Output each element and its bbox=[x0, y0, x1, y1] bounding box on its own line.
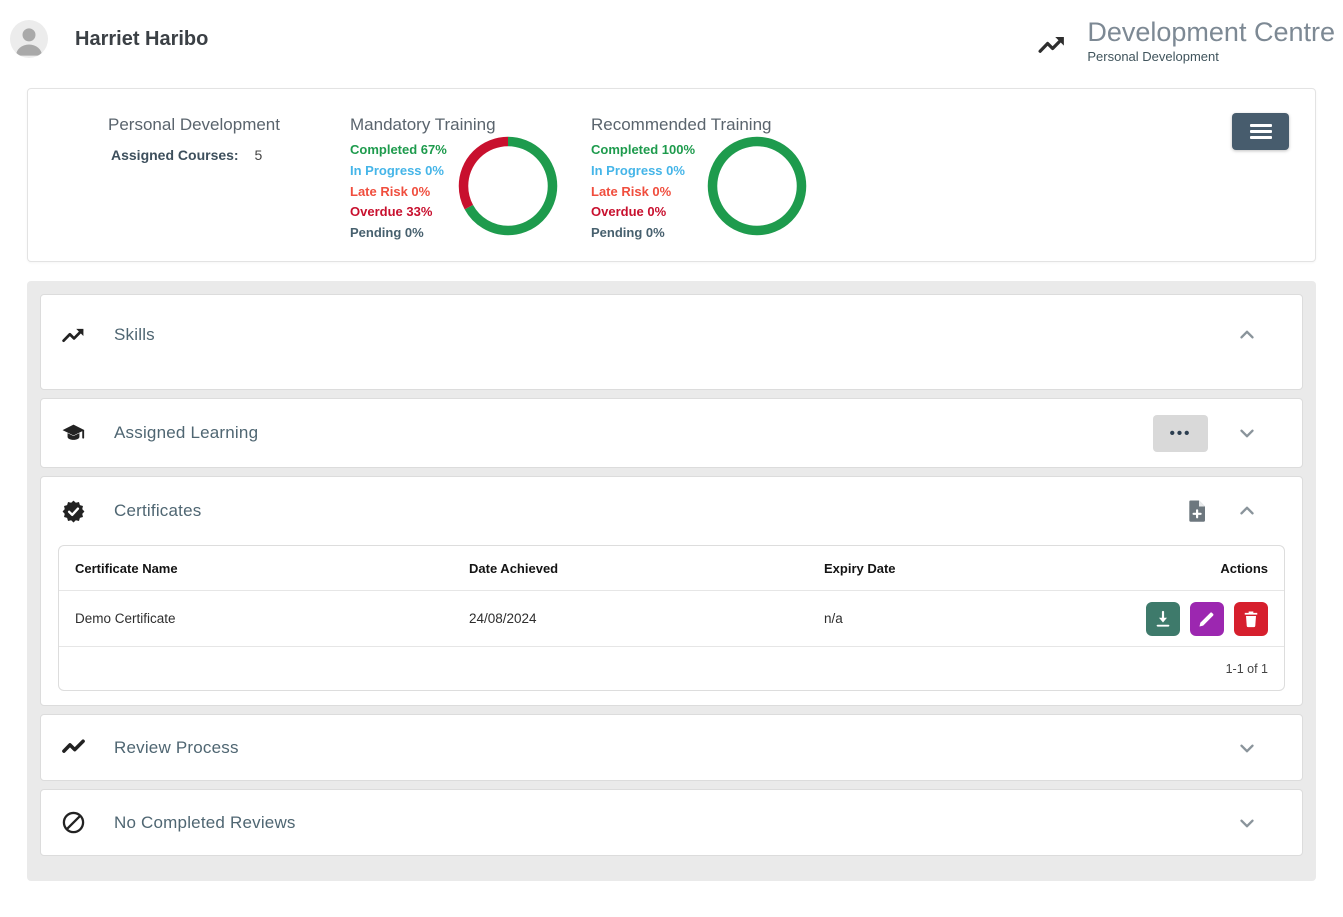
certificates-table-header: Certificate Name Date Achieved Expiry Da… bbox=[59, 546, 1284, 590]
add-certificate-icon[interactable] bbox=[1186, 499, 1208, 523]
mandatory-training-title: Mandatory Training bbox=[350, 115, 496, 135]
chevron-up-icon[interactable] bbox=[1236, 500, 1258, 522]
skills-header[interactable]: Skills bbox=[41, 295, 1302, 375]
column-header: Actions bbox=[1128, 561, 1268, 576]
no-completed-reviews-title: No Completed Reviews bbox=[114, 813, 296, 833]
section-skills: Skills bbox=[40, 294, 1303, 390]
recommended-training-title: Recommended Training bbox=[591, 115, 771, 135]
summary-menu-button[interactable] bbox=[1232, 113, 1289, 150]
chevron-down-icon[interactable] bbox=[1236, 737, 1258, 759]
certificate-expiry-date: n/a bbox=[824, 611, 1128, 626]
mandatory-training-donut-chart bbox=[458, 136, 558, 236]
development-sections: Skills Assigned Learning ••• bbox=[27, 281, 1316, 881]
hamburger-icon bbox=[1250, 124, 1272, 127]
delete-certificate-button[interactable] bbox=[1234, 602, 1268, 636]
trending-up-icon bbox=[1035, 30, 1069, 60]
app-subtitle: Personal Development bbox=[1087, 49, 1335, 64]
download-icon bbox=[1153, 609, 1173, 629]
summary-title: Personal Development bbox=[108, 115, 280, 135]
trash-icon bbox=[1241, 609, 1261, 629]
app-branding: Development Centre Personal Development bbox=[1035, 18, 1335, 63]
user-name: Harriet Haribo bbox=[75, 28, 208, 51]
certificates-title: Certificates bbox=[114, 501, 201, 521]
assigned-courses-label: Assigned Courses: bbox=[111, 147, 239, 163]
column-header: Date Achieved bbox=[469, 561, 824, 576]
review-process-header[interactable]: Review Process bbox=[41, 715, 1302, 780]
chevron-up-icon[interactable] bbox=[1236, 324, 1258, 346]
review-process-title: Review Process bbox=[114, 738, 239, 758]
certificate-seal-icon bbox=[61, 499, 86, 524]
section-assigned-learning: Assigned Learning ••• bbox=[40, 398, 1303, 468]
column-header: Expiry Date bbox=[824, 561, 1128, 576]
edit-certificate-button[interactable] bbox=[1190, 602, 1224, 636]
zigzag-line-icon bbox=[61, 735, 86, 760]
pencil-icon bbox=[1197, 609, 1217, 629]
app-title: Development Centre bbox=[1087, 18, 1335, 46]
assigned-learning-title: Assigned Learning bbox=[114, 423, 258, 443]
section-no-completed-reviews: No Completed Reviews bbox=[40, 789, 1303, 856]
certificates-table: Certificate Name Date Achieved Expiry Da… bbox=[58, 545, 1285, 691]
assigned-learning-more-button[interactable]: ••• bbox=[1153, 415, 1208, 452]
chevron-down-icon[interactable] bbox=[1236, 812, 1258, 834]
assigned-learning-header[interactable]: Assigned Learning ••• bbox=[41, 399, 1302, 467]
skills-title: Skills bbox=[114, 325, 155, 345]
person-icon bbox=[10, 20, 48, 58]
assigned-courses-value: 5 bbox=[254, 147, 262, 163]
certificate-actions bbox=[1128, 602, 1268, 636]
ban-icon bbox=[61, 810, 86, 835]
pagination-label: 1-1 of 1 bbox=[1226, 662, 1268, 676]
certificates-header[interactable]: Certificates bbox=[41, 477, 1302, 545]
table-pagination: 1-1 of 1 bbox=[59, 646, 1284, 690]
training-summary-card: Personal Development Assigned Courses: 5… bbox=[27, 88, 1316, 262]
column-header: Certificate Name bbox=[75, 561, 469, 576]
chevron-down-icon[interactable] bbox=[1236, 422, 1258, 444]
page-header: Harriet Haribo Development Centre Person… bbox=[0, 0, 1343, 88]
section-certificates: Certificates Certificate Name Date Achie… bbox=[40, 476, 1303, 706]
section-review-process: Review Process bbox=[40, 714, 1303, 781]
avatar[interactable] bbox=[10, 20, 48, 58]
no-completed-reviews-header[interactable]: No Completed Reviews bbox=[41, 790, 1302, 855]
graduation-cap-icon bbox=[61, 421, 86, 446]
certificate-row: Demo Certificate 24/08/2024 n/a bbox=[59, 590, 1284, 646]
assigned-courses: Assigned Courses: 5 bbox=[111, 147, 262, 163]
certificate-date-achieved: 24/08/2024 bbox=[469, 611, 824, 626]
download-certificate-button[interactable] bbox=[1146, 602, 1180, 636]
trending-up-icon bbox=[61, 323, 86, 348]
certificate-name: Demo Certificate bbox=[75, 611, 469, 626]
recommended-training-donut-chart bbox=[707, 136, 807, 236]
